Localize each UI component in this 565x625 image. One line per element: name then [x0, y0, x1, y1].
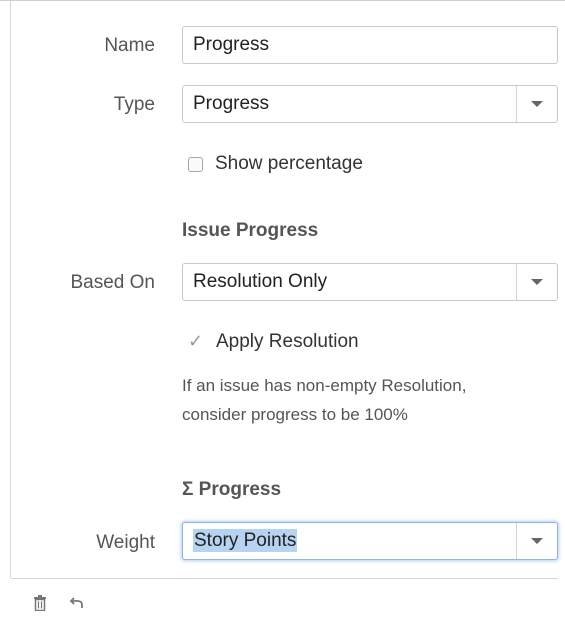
- checkmark-icon[interactable]: ✓: [188, 333, 206, 351]
- help-line-2: consider progress to be 100%: [182, 405, 408, 424]
- help-line-1: If an issue has non-empty Resolution,: [182, 376, 467, 395]
- name-label: Name: [104, 35, 155, 56]
- show-percentage-checkbox[interactable]: [188, 156, 203, 172]
- chevron-down-icon: [531, 279, 543, 285]
- type-select-toggle[interactable]: [516, 86, 557, 122]
- type-select[interactable]: Progress: [182, 85, 558, 123]
- issue-progress-heading: Issue Progress: [182, 220, 319, 241]
- weight-select-toggle[interactable]: [516, 523, 557, 559]
- resolution-help-text: If an issue has non-empty Resolution, co…: [182, 371, 562, 429]
- weight-label: Weight: [96, 532, 155, 553]
- apply-resolution-row[interactable]: ✓ Apply Resolution: [188, 331, 359, 353]
- chevron-down-icon: [531, 101, 543, 107]
- based-on-select-value: Resolution Only: [193, 271, 328, 292]
- weight-select-value: Story Points: [193, 529, 298, 552]
- chevron-down-icon: [531, 538, 543, 544]
- footer-divider: [11, 578, 558, 579]
- weight-select[interactable]: Story Points: [182, 522, 558, 560]
- apply-resolution-label: Apply Resolution: [216, 331, 359, 352]
- trash-icon[interactable]: [33, 595, 47, 615]
- type-label: Type: [113, 94, 155, 115]
- name-input-value: Progress: [193, 34, 270, 55]
- type-select-value: Progress: [193, 93, 270, 114]
- name-input[interactable]: Progress: [182, 26, 558, 64]
- sigma-progress-heading: Σ Progress: [182, 479, 282, 500]
- field-settings-panel: Name Progress Type Progress Show percent…: [0, 0, 565, 625]
- based-on-label: Based On: [70, 272, 156, 293]
- based-on-select[interactable]: Resolution Only: [182, 263, 558, 301]
- show-percentage-label: Show percentage: [215, 153, 363, 174]
- show-percentage-row[interactable]: Show percentage: [188, 153, 363, 175]
- undo-icon[interactable]: [69, 595, 84, 613]
- panel-left-border: [10, 1, 11, 578]
- based-on-select-toggle[interactable]: [516, 264, 557, 300]
